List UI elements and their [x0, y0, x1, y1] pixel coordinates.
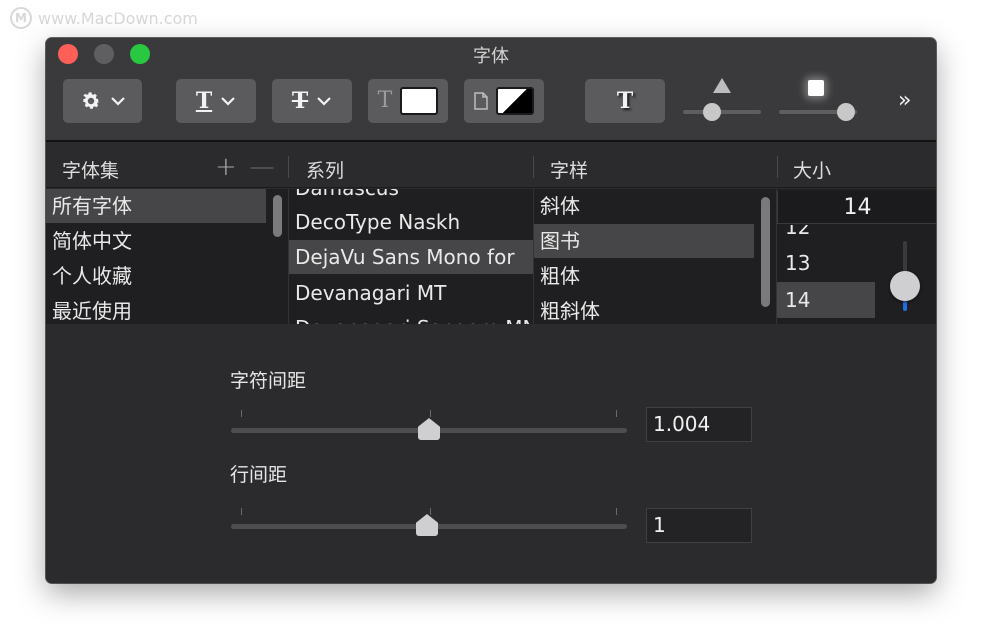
slider-tick — [616, 508, 617, 515]
character-spacing-label: 字符间距 — [230, 370, 307, 392]
list-item[interactable]: 13 — [777, 245, 875, 281]
family-header: 系列 — [306, 160, 345, 182]
column-divider[interactable] — [777, 156, 778, 178]
slider-tick — [430, 410, 431, 417]
slider-knob[interactable] — [703, 103, 721, 121]
watermark-logo: M — [10, 7, 32, 29]
slider-tick — [241, 410, 242, 417]
font-size-field[interactable]: 14 — [777, 191, 936, 224]
character-spacing-field[interactable]: 1.004 — [646, 407, 752, 442]
list-item[interactable]: Devanagari Sangam MN — [289, 311, 533, 324]
slider-knob[interactable] — [837, 103, 855, 121]
font-size-slider[interactable] — [890, 241, 920, 311]
add-collection-button[interactable]: + — [215, 152, 237, 182]
column-header: 字体集 + — 系列 字样 大小 — [46, 144, 936, 188]
list-item[interactable]: 粗斜体 — [534, 294, 754, 324]
list-item[interactable]: 14 — [777, 282, 875, 318]
slider-thumb[interactable] — [416, 514, 438, 536]
list-item[interactable]: DejaVu Sans Mono for — [289, 240, 533, 274]
list-item[interactable]: 最近使用 — [46, 294, 266, 324]
spacing-panel: 字符间距 1.004 行间距 1 — [46, 324, 936, 583]
underline-menu-button[interactable]: T — [176, 79, 256, 123]
text-shadow-button[interactable]: T — [585, 79, 665, 123]
column-divider[interactable] — [533, 156, 534, 178]
slider-fill — [903, 301, 907, 311]
font-panel-window: 字体 T T T T » 字体集 + — 系列 字样 大小 所有字体 简体中文 … — [46, 38, 936, 583]
gear-icon — [82, 92, 100, 109]
list-item[interactable]: 个人收藏 — [46, 259, 266, 293]
list-item[interactable]: DecoType Naskh — [289, 205, 533, 239]
actions-menu-button[interactable] — [63, 79, 142, 123]
shadow-blur-icon — [808, 80, 824, 96]
chevron-down-icon — [110, 97, 125, 106]
list-item[interactable]: 图书 — [534, 224, 754, 258]
typeface-header: 字样 — [550, 160, 589, 182]
typeface-list: 斜体 图书 粗体 粗斜体 — [534, 189, 754, 324]
text-shadow-icon: T — [616, 88, 634, 114]
collections-scrollbar[interactable] — [273, 195, 282, 237]
slider-tick — [430, 508, 431, 515]
collections-header: 字体集 — [62, 160, 120, 182]
remove-collection-button[interactable]: — — [249, 152, 275, 182]
collections-list: 所有字体 简体中文 个人收藏 最近使用 — [46, 189, 266, 324]
slider-tick — [616, 410, 617, 417]
list-item[interactable]: 12 — [777, 225, 875, 245]
typeface-scrollbar[interactable] — [761, 197, 770, 307]
shadow-blur-slider[interactable] — [779, 103, 857, 121]
size-list: 12 13 14 — [777, 225, 875, 324]
document-color-swatch[interactable] — [496, 87, 534, 115]
underline-icon: T — [195, 88, 213, 114]
line-spacing-field[interactable]: 1 — [646, 508, 752, 543]
document-icon — [474, 92, 488, 110]
chevron-down-icon — [221, 97, 235, 106]
watermark: M www.MacDown.com — [10, 6, 198, 30]
toolbar-overflow-button[interactable]: » — [898, 88, 912, 113]
titlebar: 字体 T T T T » — [46, 38, 936, 142]
document-color-button[interactable] — [464, 79, 544, 123]
line-spacing-label: 行间距 — [230, 464, 288, 486]
list-item[interactable]: Damascus — [289, 189, 533, 205]
shadow-opacity-icon — [713, 78, 731, 93]
slider-knob[interactable] — [890, 271, 920, 301]
font-lists: 所有字体 简体中文 个人收藏 最近使用 Damascus DecoType Na… — [46, 189, 936, 324]
size-header: 大小 — [793, 160, 832, 182]
family-list: Damascus DecoType Naskh DejaVu Sans Mono… — [289, 189, 533, 324]
watermark-text: www.MacDown.com — [38, 8, 198, 28]
list-item[interactable]: 简体中文 — [46, 224, 266, 258]
window-title: 字体 — [473, 46, 509, 67]
column-divider[interactable] — [288, 156, 289, 178]
strikethrough-icon: T — [291, 88, 309, 114]
slider-tick — [241, 508, 242, 515]
list-item[interactable]: 斜体 — [534, 189, 754, 223]
text-color-button[interactable]: T — [368, 79, 448, 123]
text-color-icon: T — [377, 88, 393, 113]
strikethrough-menu-button[interactable]: T — [272, 79, 352, 123]
slider-thumb[interactable] — [418, 418, 440, 440]
shadow-opacity-slider[interactable] — [683, 103, 761, 121]
list-item[interactable]: 所有字体 — [46, 189, 266, 223]
list-item[interactable]: 粗体 — [534, 259, 754, 293]
list-item[interactable]: Devanagari MT — [289, 276, 533, 310]
chevron-down-icon — [317, 97, 331, 106]
text-color-swatch[interactable] — [400, 87, 439, 115]
